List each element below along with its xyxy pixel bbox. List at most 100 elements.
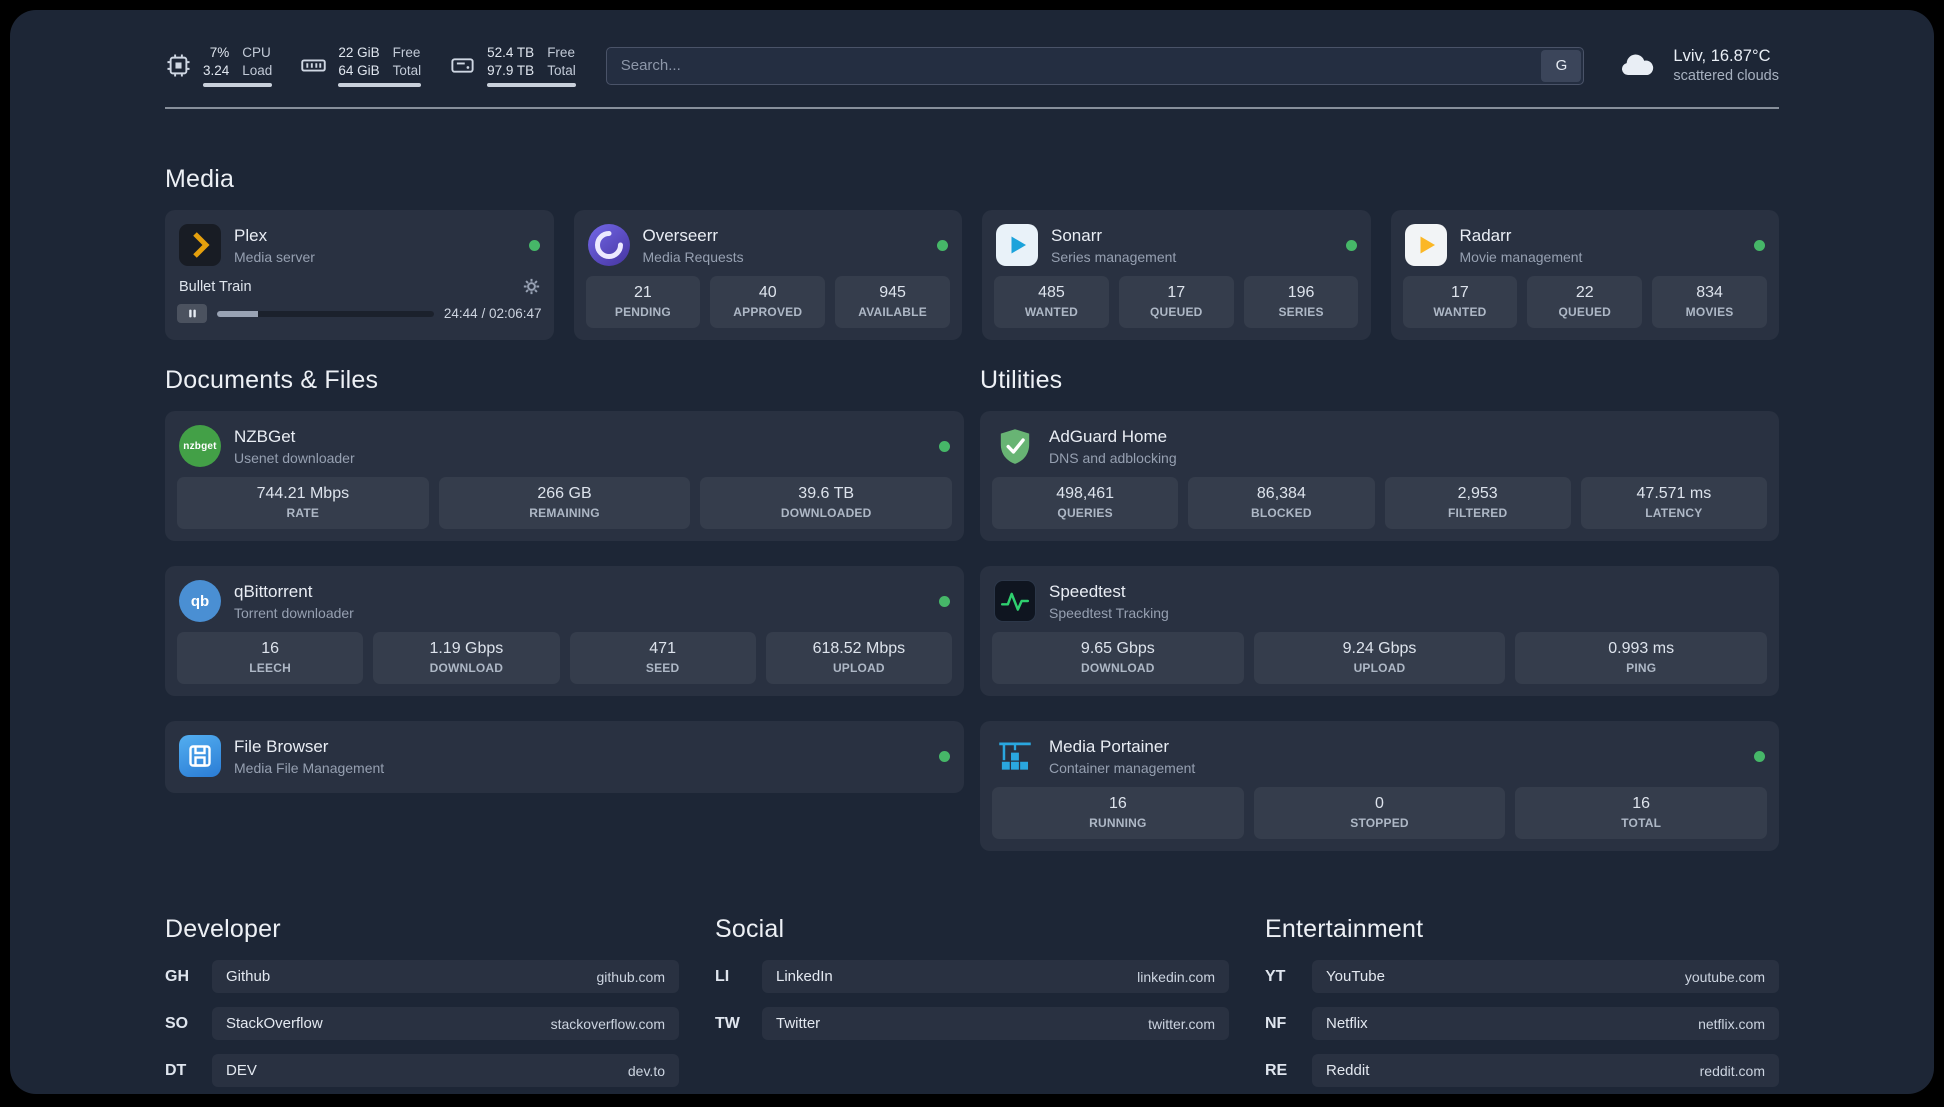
search-provider-button[interactable]: G: [1541, 49, 1582, 82]
status-dot: [1754, 750, 1765, 762]
service-description: Media File Management: [234, 759, 385, 776]
service-stats: 21 PENDING 40 APPROVED 945 AVAILABLE: [585, 276, 951, 329]
service-card-plex[interactable]: Plex Media server Bullet Train 24:44 / 0…: [165, 210, 554, 341]
search-input[interactable]: [605, 46, 1585, 85]
section-utilities: Utilities AdGuard Home DNS and adblockin…: [980, 366, 1779, 852]
bookmark-link-linkedin[interactable]: LinkedIn linkedin.com: [762, 960, 1229, 994]
weather-widget[interactable]: Lviv, 16.87°C scattered clouds: [1614, 47, 1779, 84]
bookmark-url: reddit.com: [1699, 1062, 1765, 1079]
stat-value: 21: [634, 284, 652, 302]
memory-readout: 22 GiB Free 64 GiB Total: [338, 44, 422, 88]
stat-box: 86,384 BLOCKED: [1188, 477, 1375, 530]
stat-box: 498,461 QUERIES: [992, 477, 1179, 530]
stat-value: 16: [1108, 795, 1127, 813]
stat-box: 471 SEED: [569, 632, 756, 685]
status-dot: [939, 750, 950, 762]
stat-label: UPLOAD: [1353, 661, 1406, 676]
stat-box: 618.52 Mbps UPLOAD: [765, 632, 952, 685]
nzbget-icon: nzbget: [179, 425, 221, 468]
bookmark-rows: GH Github github.com SO StackOverflow st…: [165, 960, 679, 1088]
service-card-qbittorrent[interactable]: qb qBittorrent Torrent downloader 16 LEE…: [165, 566, 964, 697]
stat-label: SERIES: [1278, 305, 1324, 320]
stat-label: DOWNLOAD: [1081, 661, 1155, 676]
service-card-radarr[interactable]: Radarr Movie management 17 WANTED 22 QUE…: [1390, 210, 1779, 341]
bookmark-url: youtube.com: [1684, 968, 1765, 985]
service-stats: 16 RUNNING 0 STOPPED 16 TOTAL: [992, 787, 1768, 840]
bookmark-url: netflix.com: [1698, 1015, 1765, 1032]
service-card-adguard[interactable]: AdGuard Home DNS and adblocking 498,461 …: [980, 411, 1779, 542]
service-meta: AdGuard Home DNS and adblocking: [1049, 427, 1177, 466]
service-description: Media server: [234, 248, 315, 265]
nzbget-icon-text: nzbget: [183, 440, 217, 452]
service-description: Container management: [1049, 759, 1196, 776]
bookmark-abbr: DT: [165, 1061, 187, 1079]
documents-stack: nzbget NZBGet Usenet downloader 744.21 M…: [165, 411, 964, 794]
memory-widget: 22 GiB Free 64 GiB Total: [300, 44, 422, 88]
service-card-portainer[interactable]: Media Portainer Container management 16 …: [980, 721, 1779, 852]
plex-icon: [179, 224, 221, 267]
stat-box: 834 MOVIES: [1652, 276, 1767, 329]
service-card-speedtest[interactable]: Speedtest Speedtest Tracking 9.65 Gbps D…: [980, 566, 1779, 697]
bookmark-row: YT YouTube youtube.com: [1265, 960, 1779, 994]
pause-button[interactable]: [177, 304, 207, 324]
pause-icon: [188, 309, 196, 318]
bookmark-link-stackoverflow[interactable]: StackOverflow stackoverflow.com: [212, 1007, 679, 1041]
service-meta: qBittorrent Torrent downloader: [234, 582, 354, 621]
bookmark-row: GH Github github.com: [165, 960, 679, 994]
bookmark-url: stackoverflow.com: [550, 1015, 665, 1032]
service-header: Radarr Movie management: [1403, 220, 1768, 276]
service-card-overseerr[interactable]: Overseerr Media Requests 21 PENDING 40 A…: [573, 210, 962, 341]
stat-box: 9.65 Gbps DOWNLOAD: [992, 632, 1244, 685]
service-name: AdGuard Home: [1049, 426, 1168, 446]
cpu-usage-value: 7%: [209, 45, 230, 60]
bookmark-group-title: Entertainment: [1265, 915, 1424, 944]
service-header: Media Portainer Container management: [992, 731, 1767, 787]
bookmark-rows: YT YouTube youtube.com NF Netflix netfli…: [1265, 960, 1779, 1088]
stat-box: 40 APPROVED: [710, 276, 826, 329]
service-card-filebrowser[interactable]: File Browser Media File Management: [165, 721, 964, 794]
service-stats: 744.21 Mbps RATE 266 GB REMAINING 39.6 T…: [177, 477, 953, 530]
bookmark-name: DEV: [226, 1062, 257, 1080]
search-bar: G: [605, 46, 1585, 85]
player-settings-button[interactable]: [523, 278, 540, 295]
stat-box: 17 WANTED: [1402, 276, 1518, 329]
bookmark-name: Github: [226, 968, 271, 986]
stat-label: BLOCKED: [1251, 506, 1312, 521]
stat-value: 17: [1451, 284, 1469, 302]
disk-free-value: 52.4 TB: [487, 45, 535, 60]
memory-total-value: 64 GiB: [338, 62, 380, 78]
cpu-load-value: 3.24: [203, 62, 230, 78]
bookmark-link-netflix[interactable]: Netflix netflix.com: [1312, 1007, 1779, 1041]
stat-label: QUEUED: [1149, 305, 1203, 320]
service-name: Plex: [234, 225, 268, 245]
bookmark-row: TW Twitter twitter.com: [715, 1007, 1229, 1041]
bookmark-link-twitter[interactable]: Twitter twitter.com: [762, 1007, 1229, 1041]
bookmark-link-reddit[interactable]: Reddit reddit.com: [1312, 1054, 1779, 1088]
stat-label: SEED: [645, 661, 680, 676]
bookmarks-area: Developer GH Github github.com SO StackO…: [165, 915, 1779, 1107]
bookmark-row: NF Netflix netflix.com: [1265, 1007, 1779, 1041]
disk-total-label: Total: [547, 62, 576, 78]
radarr-icon: [1404, 224, 1447, 267]
service-header: Plex Media server: [177, 220, 542, 276]
bookmark-link-github[interactable]: Github github.com: [212, 960, 679, 994]
disk-free-label: Free: [547, 45, 575, 60]
bookmark-name: Reddit: [1326, 1062, 1370, 1080]
stat-label: TOTAL: [1621, 816, 1662, 831]
service-card-sonarr[interactable]: Sonarr Series management 485 WANTED 17 Q…: [982, 210, 1371, 341]
service-stats: 9.65 Gbps DOWNLOAD 9.24 Gbps UPLOAD 0.99…: [992, 632, 1768, 685]
bookmark-link-youtube[interactable]: YouTube youtube.com: [1312, 960, 1779, 994]
bookmark-abbr: LI: [715, 967, 730, 985]
stat-value: 17: [1167, 284, 1186, 302]
status-dot: [939, 595, 950, 607]
weather-location: Lviv, 16.87°C: [1673, 47, 1771, 66]
stat-box: 16 RUNNING: [992, 787, 1244, 840]
now-playing-title: Bullet Train: [179, 278, 252, 295]
stat-value: 485: [1038, 284, 1065, 302]
service-meta: Speedtest Speedtest Tracking: [1049, 582, 1169, 621]
bookmark-link-dev[interactable]: DEV dev.to: [212, 1054, 679, 1088]
stat-box: 2,953 FILTERED: [1384, 477, 1571, 530]
bookmark-name: StackOverflow: [226, 1015, 323, 1033]
playback-progress-bar[interactable]: [217, 310, 434, 317]
service-card-nzbget[interactable]: nzbget NZBGet Usenet downloader 744.21 M…: [165, 411, 964, 542]
